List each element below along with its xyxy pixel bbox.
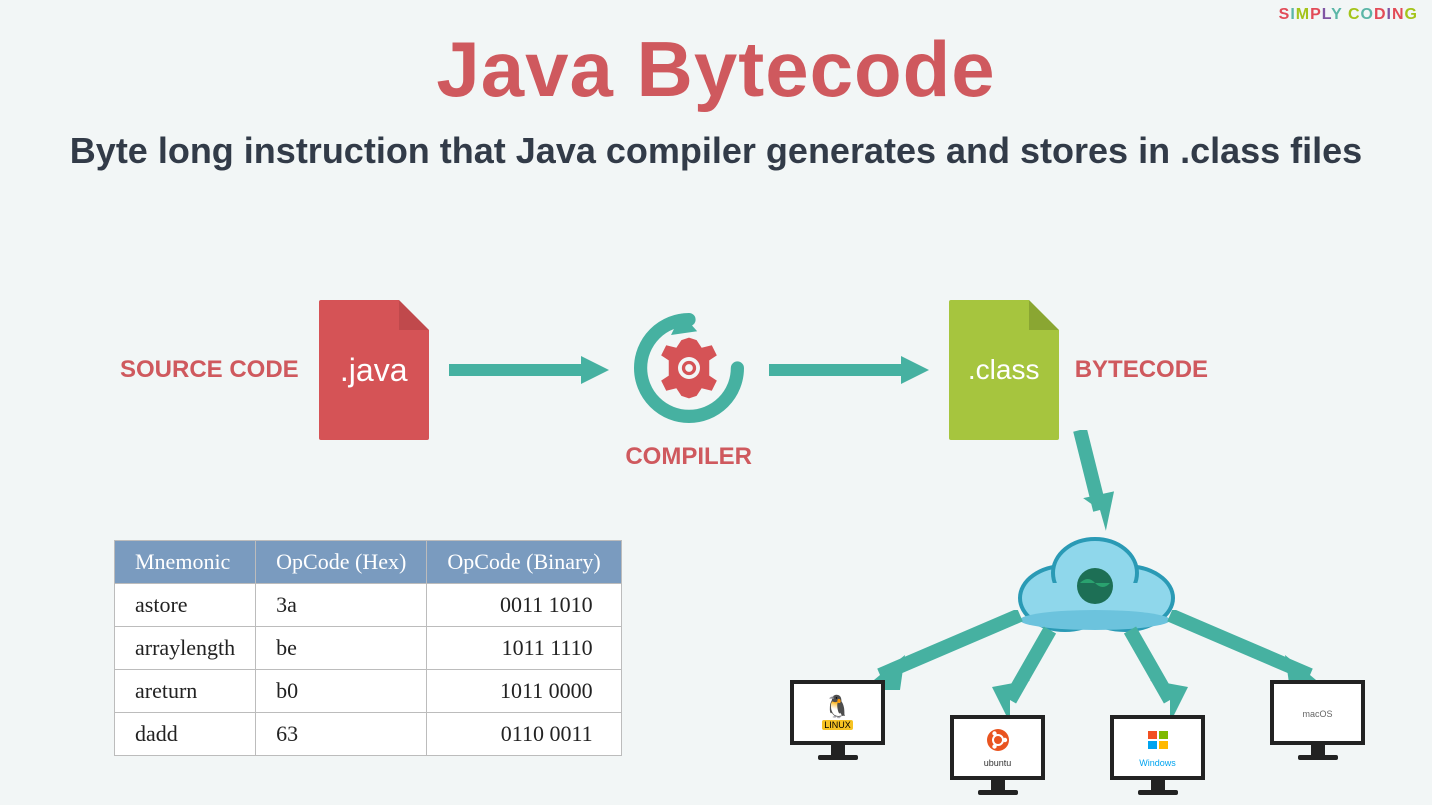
platform-linux: 🐧 LINUX <box>790 680 885 765</box>
cell: 63 <box>256 713 427 756</box>
compilation-flow: SOURCE CODE .java COMPILER .class BYTECO… <box>120 300 1372 440</box>
cell: b0 <box>256 670 427 713</box>
arrow-to-compiler <box>449 356 609 384</box>
ubuntu-icon <box>986 728 1010 756</box>
cloud-icon <box>1010 528 1180 638</box>
arrow-class-to-cloud <box>1060 430 1120 540</box>
os-name: ubuntu <box>984 758 1012 768</box>
java-file-icon: .java <box>319 300 429 440</box>
table-row: dadd 63 0110 0011 <box>115 713 622 756</box>
class-file-text: .class <box>968 354 1040 386</box>
table-row: areturn b0 1011 0000 <box>115 670 622 713</box>
cell: 0011 1010 <box>427 584 621 627</box>
arrow-to-class <box>769 356 929 384</box>
compiler-label: COMPILER <box>599 443 779 471</box>
table-row: arraylength be 1011 1110 <box>115 627 622 670</box>
linux-icon: 🐧 <box>824 696 851 718</box>
brand-logo: SIMPLY CODING <box>1279 6 1418 24</box>
os-name: Windows <box>1139 758 1176 768</box>
class-file-icon: .class <box>949 300 1059 440</box>
col-hex: OpCode (Hex) <box>256 541 427 584</box>
col-binary: OpCode (Binary) <box>427 541 621 584</box>
distribution-diagram: 🐧 LINUX ubuntu Windows <box>790 440 1400 800</box>
platform-windows: Windows <box>1110 715 1205 800</box>
java-file-text: .java <box>340 352 408 389</box>
cell: areturn <box>115 670 256 713</box>
windows-icon <box>1146 728 1170 756</box>
cell: 3a <box>256 584 427 627</box>
cell: 0110 0011 <box>427 713 621 756</box>
page-subtitle: Byte long instruction that Java compiler… <box>0 128 1432 175</box>
table-row: astore 3a 0011 1010 <box>115 584 622 627</box>
cell: arraylength <box>115 627 256 670</box>
cell: dadd <box>115 713 256 756</box>
compiler-icon: COMPILER <box>629 313 749 428</box>
os-name: macOS <box>1302 709 1332 719</box>
platform-ubuntu: ubuntu <box>950 715 1045 800</box>
source-code-label: SOURCE CODE <box>120 356 299 384</box>
opcode-table: Mnemonic OpCode (Hex) OpCode (Binary) as… <box>114 540 622 756</box>
os-name: LINUX <box>822 720 853 730</box>
bytecode-label: BYTECODE <box>1075 356 1208 384</box>
arrow-cloud-to-ubuntu <box>980 625 1070 725</box>
page-title: Java Bytecode <box>0 24 1432 115</box>
cell: be <box>256 627 427 670</box>
table-header-row: Mnemonic OpCode (Hex) OpCode (Binary) <box>115 541 622 584</box>
cell: astore <box>115 584 256 627</box>
platform-macos: macOS <box>1270 680 1365 765</box>
cell: 1011 1110 <box>427 627 621 670</box>
cell: 1011 0000 <box>427 670 621 713</box>
col-mnemonic: Mnemonic <box>115 541 256 584</box>
